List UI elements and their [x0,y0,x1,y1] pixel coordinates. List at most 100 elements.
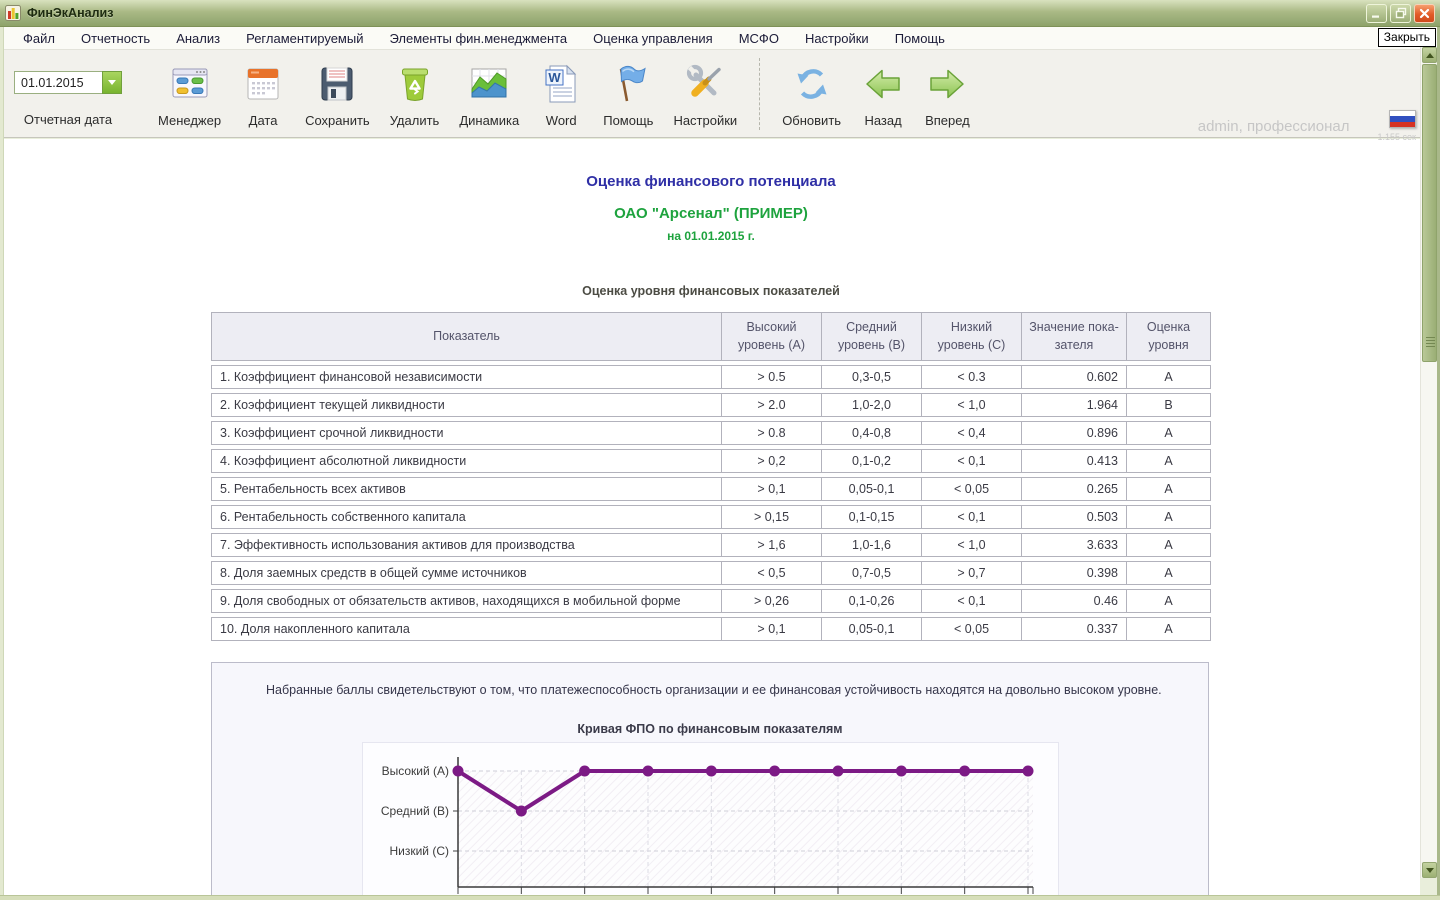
low-level-value: < 0,05 [921,617,1021,641]
indicator-value: 0.398 [1021,561,1126,585]
menu-settings[interactable]: Настройки [792,28,882,49]
mid-level-value: 0,7-0,5 [821,561,921,585]
chart-title: Кривая ФПО по финансовым показателям [577,722,843,737]
vertical-scrollbar[interactable] [1420,47,1437,878]
level-grade: A [1126,617,1211,641]
low-level-value: < 0,05 [921,477,1021,501]
level-grade: A [1126,421,1211,445]
help-button[interactable]: Помощь [593,50,663,128]
menu-help[interactable]: Помощь [882,28,958,49]
report-date-dropdown-button[interactable] [102,71,122,94]
refresh-button-label: Обновить [782,113,842,128]
high-level-value: < 0,5 [721,561,821,585]
refresh-icon [797,69,827,99]
data-point [578,765,590,777]
mid-level-value: 0,1-0,15 [821,505,921,529]
save-button[interactable]: Сохранить [295,50,380,128]
minimize-button[interactable] [1366,3,1387,23]
word-export-button[interactable]: W Word [529,50,593,128]
settings-tools-icon [687,64,722,97]
data-point [452,765,463,777]
table-row: 10. Доля накопленного капитала > 0,1 0,05-… [211,617,1211,641]
indicator-name: 6. Рентабельность собственного капитала [211,505,721,529]
dynamics-button-label: Динамика [459,113,520,128]
dynamics-button[interactable]: Динамика [449,50,529,128]
summary-block: Набранные баллы свидетельствуют о том, ч… [211,662,1209,895]
scroll-up-button[interactable] [1422,47,1437,63]
language-flag-group: 1.155 сек [1378,110,1416,142]
scrollbar-thumb[interactable] [1422,64,1437,362]
indicator-value: 0.896 [1021,421,1126,445]
close-button[interactable] [1414,3,1435,23]
indicator-value: 0.503 [1021,505,1126,529]
forward-button[interactable]: Вперед [915,50,980,128]
back-arrow-icon [866,69,900,99]
indicator-name: 7. Эффективность использования активов д… [211,533,721,557]
indicator-name: 5. Рентабельность всех активов [211,477,721,501]
level-grade: A [1126,533,1211,557]
col-header-high-level: Высокий уровень (А) [721,312,821,361]
high-level-value: > 0.5 [721,365,821,389]
word-icon: W [545,64,577,103]
data-point [958,765,970,777]
table-row: 1. Коэффициент финансовой независимости >… [211,365,1211,389]
indicator-name: 3. Коэффициент срочной ликвидности [211,421,721,445]
maximize-icon [1395,7,1406,19]
indicator-name: 4. Коэффициент абсолютной ликвидности [211,449,721,473]
menu-msfo[interactable]: МСФО [726,28,792,49]
y-tick-label: Высокий (А) [381,764,448,778]
back-button[interactable]: Назад [851,50,915,128]
high-level-value: > 2.0 [721,393,821,417]
indicator-name: 10. Доля накопленного капитала [211,617,721,641]
indicator-value: 0.602 [1021,365,1126,389]
table-row: 2. Коэффициент текущей ликвидности > 2.0 1… [211,393,1211,417]
col-header-low-level: Низкий уровень (С) [921,312,1021,361]
report-date-input[interactable]: 01.01.2015 [14,71,102,94]
high-level-value: > 0.8 [721,421,821,445]
low-level-value: < 1,0 [921,393,1021,417]
user-status-text: admin, профессионал [1197,117,1350,135]
mid-level-value: 0,1-0,2 [821,449,921,473]
help-flag-icon [620,65,647,102]
forward-arrow-icon [930,69,965,99]
calendar-icon [247,68,279,100]
menu-reporting[interactable]: Отчетность [68,28,163,49]
low-level-value: < 0,1 [921,589,1021,613]
scroll-down-button[interactable] [1422,862,1437,878]
low-level-value: > 0,7 [921,561,1021,585]
scrollbar-grip [1426,337,1435,349]
menu-analysis[interactable]: Анализ [163,28,233,49]
render-time-text: 1.155 сек [1377,132,1416,142]
menu-bar: Файл Отчетность Анализ Регламентируемый … [0,27,1440,50]
app-logo-icon [5,5,21,21]
window-controls [1366,3,1435,23]
high-level-value: > 1,6 [721,533,821,557]
high-level-value: > 0,1 [721,477,821,501]
maximize-button[interactable] [1390,3,1411,23]
table-row: 4. Коэффициент абсолютной ликвидности > 0… [211,449,1211,473]
menu-file[interactable]: Файл [10,28,68,49]
menu-management-eval[interactable]: Оценка управления [580,28,726,49]
title-bar: ФинЭкАнализ [0,0,1440,27]
date-button[interactable]: Дата [231,50,295,128]
data-point [515,805,527,817]
report-document: Оценка финансового потенциала ОАО "Арсен… [211,173,1211,895]
settings-button[interactable]: Настройки [663,50,747,128]
delete-button[interactable]: Удалить [380,50,450,128]
russian-flag-icon [1389,110,1416,128]
svg-text:W: W [549,70,562,85]
indicators-table: Показатель Высокий уровень (А) Средний у… [211,308,1211,645]
window-frame-bottom [0,895,1440,900]
indicator-name: 9. Доля свободных от обязательств активо… [211,589,721,613]
refresh-button[interactable]: Обновить [772,50,851,128]
menu-regulated[interactable]: Регламентируемый [233,28,376,49]
level-grade: A [1126,449,1211,473]
table-row: 7. Эффективность использования активов д… [211,533,1211,557]
toolbar-separator [759,58,761,130]
high-level-value: > 0,26 [721,589,821,613]
delete-icon [401,68,428,101]
data-point [705,765,717,777]
manager-button[interactable]: Менеджер [148,50,231,128]
report-date-combo[interactable]: 01.01.2015 [14,71,122,94]
menu-fin-management[interactable]: Элементы фин.менеджмента [376,28,580,49]
